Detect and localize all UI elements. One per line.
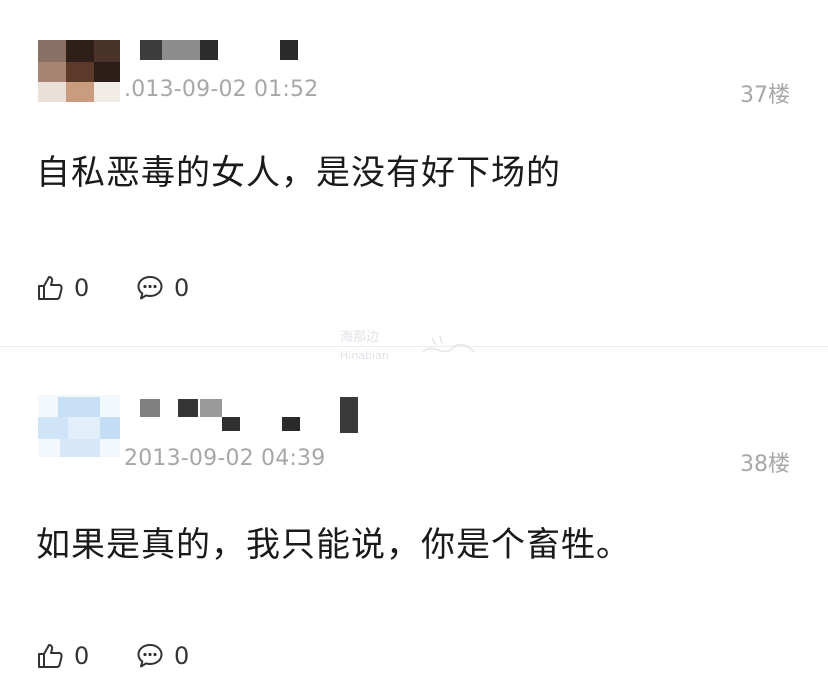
watermark-text: 海那边 [340, 330, 380, 345]
comment-text: 自私恶毒的女人，是没有好下场的 [36, 153, 561, 193]
thumbs-up-icon [36, 274, 64, 302]
username-redacted[interactable] [140, 397, 370, 437]
reply-count: 0 [174, 642, 190, 670]
comment-timestamp: .013-09-02 01:52 [124, 77, 319, 102]
like-count: 0 [74, 274, 90, 302]
thumbs-up-icon [36, 642, 64, 670]
comment-item: .013-09-02 01:52 37楼 自私恶毒的女人，是没有好下场的 0 0 [0, 0, 828, 346]
comment-timestamp: 2013-09-02 04:39 [124, 446, 326, 471]
floor-number: 38楼 [740, 452, 790, 477]
like-button[interactable]: 0 [36, 274, 89, 302]
like-button[interactable]: 0 [36, 642, 89, 670]
comment-bubble-icon [136, 642, 164, 670]
comment-text: 如果是真的，我只能说，你是个畜牲。 [36, 525, 631, 565]
like-count: 0 [74, 642, 90, 670]
avatar[interactable] [38, 40, 120, 102]
floor-number: 37楼 [740, 83, 790, 108]
avatar[interactable] [38, 395, 120, 457]
reply-button[interactable]: 0 [136, 274, 189, 302]
reply-count: 0 [174, 274, 190, 302]
comment-bubble-icon [136, 274, 164, 302]
reply-button[interactable]: 0 [136, 642, 189, 670]
username-redacted[interactable] [140, 40, 310, 62]
comment-item: 2013-09-02 04:39 38楼 如果是真的，我只能说，你是个畜牲。 0… [0, 347, 828, 694]
